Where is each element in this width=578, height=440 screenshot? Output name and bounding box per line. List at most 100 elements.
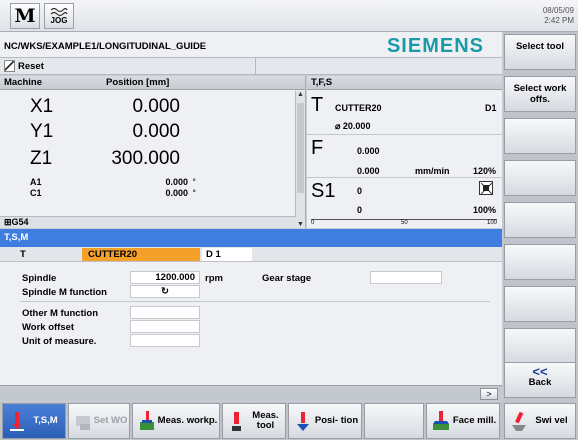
axis-row-y1: Y1 0.000: [0, 121, 296, 143]
axis-row-x1: X1 0.000: [0, 96, 296, 118]
gear-stage-field[interactable]: [370, 271, 442, 284]
next-page-button[interactable]: >: [480, 388, 498, 400]
work-offset-label: Work offset: [22, 322, 75, 333]
tsm-tool-icon: [8, 410, 26, 432]
tool-label: T: [20, 249, 26, 260]
axis-row-z1: Z1 300.000: [0, 148, 296, 170]
tool-row: T CUTTER20 D 1: [0, 247, 502, 262]
spindle-value-actual: 0: [357, 186, 363, 196]
machine-area-button[interactable]: M: [10, 3, 40, 29]
tool-field[interactable]: CUTTER20: [82, 248, 200, 261]
swivel-label: Swi vel: [535, 415, 568, 426]
measure-tool-softkey[interactable]: Meas. tool: [222, 403, 286, 439]
axis-unit: °: [192, 188, 196, 198]
vertical-softkey-8[interactable]: [504, 328, 576, 364]
scroll-thumb[interactable]: [297, 103, 304, 193]
machine-position-panel: Machine Position [mm] X1 0.000 Y1 0.000 …: [0, 76, 306, 228]
machine-m-icon: M: [14, 5, 36, 27]
spindle-m-field[interactable]: ↻: [130, 285, 200, 298]
tfs-panel: T,F,S T CUTTER20 D1 ⌀ 20.000 F 0.000 0.0…: [307, 76, 502, 228]
other-m-field[interactable]: [130, 306, 200, 319]
spindle-speed-field[interactable]: 1200.000: [130, 271, 200, 284]
face-milling-softkey[interactable]: Face mill.: [426, 403, 500, 439]
axis-value: 0.000: [165, 177, 188, 187]
vertical-softkey-3[interactable]: [504, 118, 576, 154]
other-m-label: Other M function: [22, 308, 98, 319]
axis-unit: °: [192, 177, 196, 187]
back-button[interactable]: << Back: [504, 362, 576, 398]
axis-name: Y1: [30, 121, 54, 142]
position-softkey[interactable]: Posi- tion: [288, 403, 362, 439]
tfs-header: T,F,S: [307, 76, 502, 90]
feed-unit: mm/min: [415, 166, 450, 176]
unit-field[interactable]: [130, 334, 200, 347]
axis-name: C1: [30, 188, 42, 198]
axis-name: Z1: [30, 148, 53, 169]
hmi-window: M JOG 08/05/09 2:42 PM NC/WKS/EXAMPLE1/L…: [0, 0, 578, 440]
set-wo-softkey[interactable]: Set WO: [68, 403, 130, 439]
reset-icon: [4, 60, 15, 72]
scroll-up-icon[interactable]: ▲: [296, 91, 305, 98]
spindle-letter: S1: [311, 180, 336, 202]
feed-override: 120%: [473, 166, 497, 176]
horizontal-softkeys: T,S,M Set WO Meas. workp. Meas. tool Pos…: [0, 402, 578, 440]
tsm-form: T CUTTER20 D 1 Spindle 1200.000 rpm Gear…: [0, 247, 502, 385]
face-milling-icon: [432, 410, 450, 432]
tool-diameter: ⌀ 20.000: [335, 121, 371, 131]
measure-tool-icon: [228, 410, 246, 432]
tsm-title-bar: T,S,M: [0, 229, 502, 247]
datetime: 08/05/09 2:42 PM: [543, 6, 574, 26]
top-bar: M JOG 08/05/09 2:42 PM: [0, 0, 578, 32]
swivel-softkey[interactable]: Swi vel: [504, 403, 576, 439]
measure-workpiece-softkey[interactable]: Meas. workp.: [132, 403, 220, 439]
gear-stage-label: Gear stage: [262, 273, 312, 284]
spindle-value-set: 0: [357, 205, 363, 215]
axis-value: 0.000: [165, 188, 188, 198]
vertical-softkey-4[interactable]: [504, 160, 576, 196]
work-offset-frame: ⊞G54: [0, 216, 296, 228]
tsm-softkey[interactable]: T,S,M: [2, 403, 66, 439]
tfs-divider: [307, 177, 502, 178]
vertical-softkeys: Select tool Select work offs. << Back: [503, 32, 578, 402]
form-divider: [20, 301, 490, 302]
measure-workpiece-icon: [138, 410, 156, 432]
scale-label-50: 50: [401, 220, 408, 226]
scale-label-100: 100: [486, 220, 497, 226]
program-path-bar: NC/WKS/EXAMPLE1/LONGITUDINAL_GUIDE SIEME…: [0, 32, 502, 58]
vertical-softkey-7[interactable]: [504, 286, 576, 322]
tool-letter: T: [311, 94, 324, 116]
machine-scrollbar[interactable]: ▲ ▼: [295, 91, 305, 228]
jog-mode-button[interactable]: JOG: [44, 3, 74, 29]
tsm-softkey-label: T,S,M: [33, 415, 58, 426]
horizontal-softkey-6[interactable]: [364, 403, 424, 439]
swivel-icon: [510, 410, 528, 432]
d-number-field[interactable]: D 1: [202, 248, 252, 261]
measure-tool-label: Meas. tool: [252, 410, 279, 431]
status-divider: [255, 58, 256, 75]
select-tool-button[interactable]: Select tool: [504, 34, 576, 70]
vertical-softkey-5[interactable]: [504, 202, 576, 238]
program-path: NC/WKS/EXAMPLE1/LONGITUDINAL_GUIDE: [4, 41, 207, 52]
vertical-softkey-6[interactable]: [504, 244, 576, 280]
feed-letter: F: [311, 137, 324, 159]
feed-value-actual: 0.000: [357, 146, 380, 156]
spindle-m-label: Spindle M function: [22, 287, 107, 298]
frame-icon: ⊞: [4, 217, 12, 227]
back-arrow-icon: <<: [532, 364, 548, 379]
axis-name: A1: [30, 177, 42, 187]
bottom-status-row: >: [0, 385, 502, 401]
scroll-down-icon[interactable]: ▼: [296, 221, 305, 228]
work-offset-field[interactable]: [130, 320, 200, 333]
position-label: Posi- tion: [314, 415, 359, 426]
channel-status: Reset: [18, 61, 44, 72]
machine-panel-header: Machine Position [mm]: [0, 76, 305, 90]
siemens-logo: SIEMENS: [386, 35, 484, 57]
channel-status-bar: Reset: [0, 58, 502, 75]
set-wo-icon: [74, 410, 92, 432]
position-icon: [294, 410, 312, 432]
axis-name: X1: [30, 96, 54, 117]
axis-row-c1: C1 0.000 °: [0, 188, 296, 199]
axis-value: 0.000: [132, 96, 180, 117]
spindle-unit: rpm: [205, 273, 223, 284]
select-work-offset-button[interactable]: Select work offs.: [504, 76, 576, 112]
